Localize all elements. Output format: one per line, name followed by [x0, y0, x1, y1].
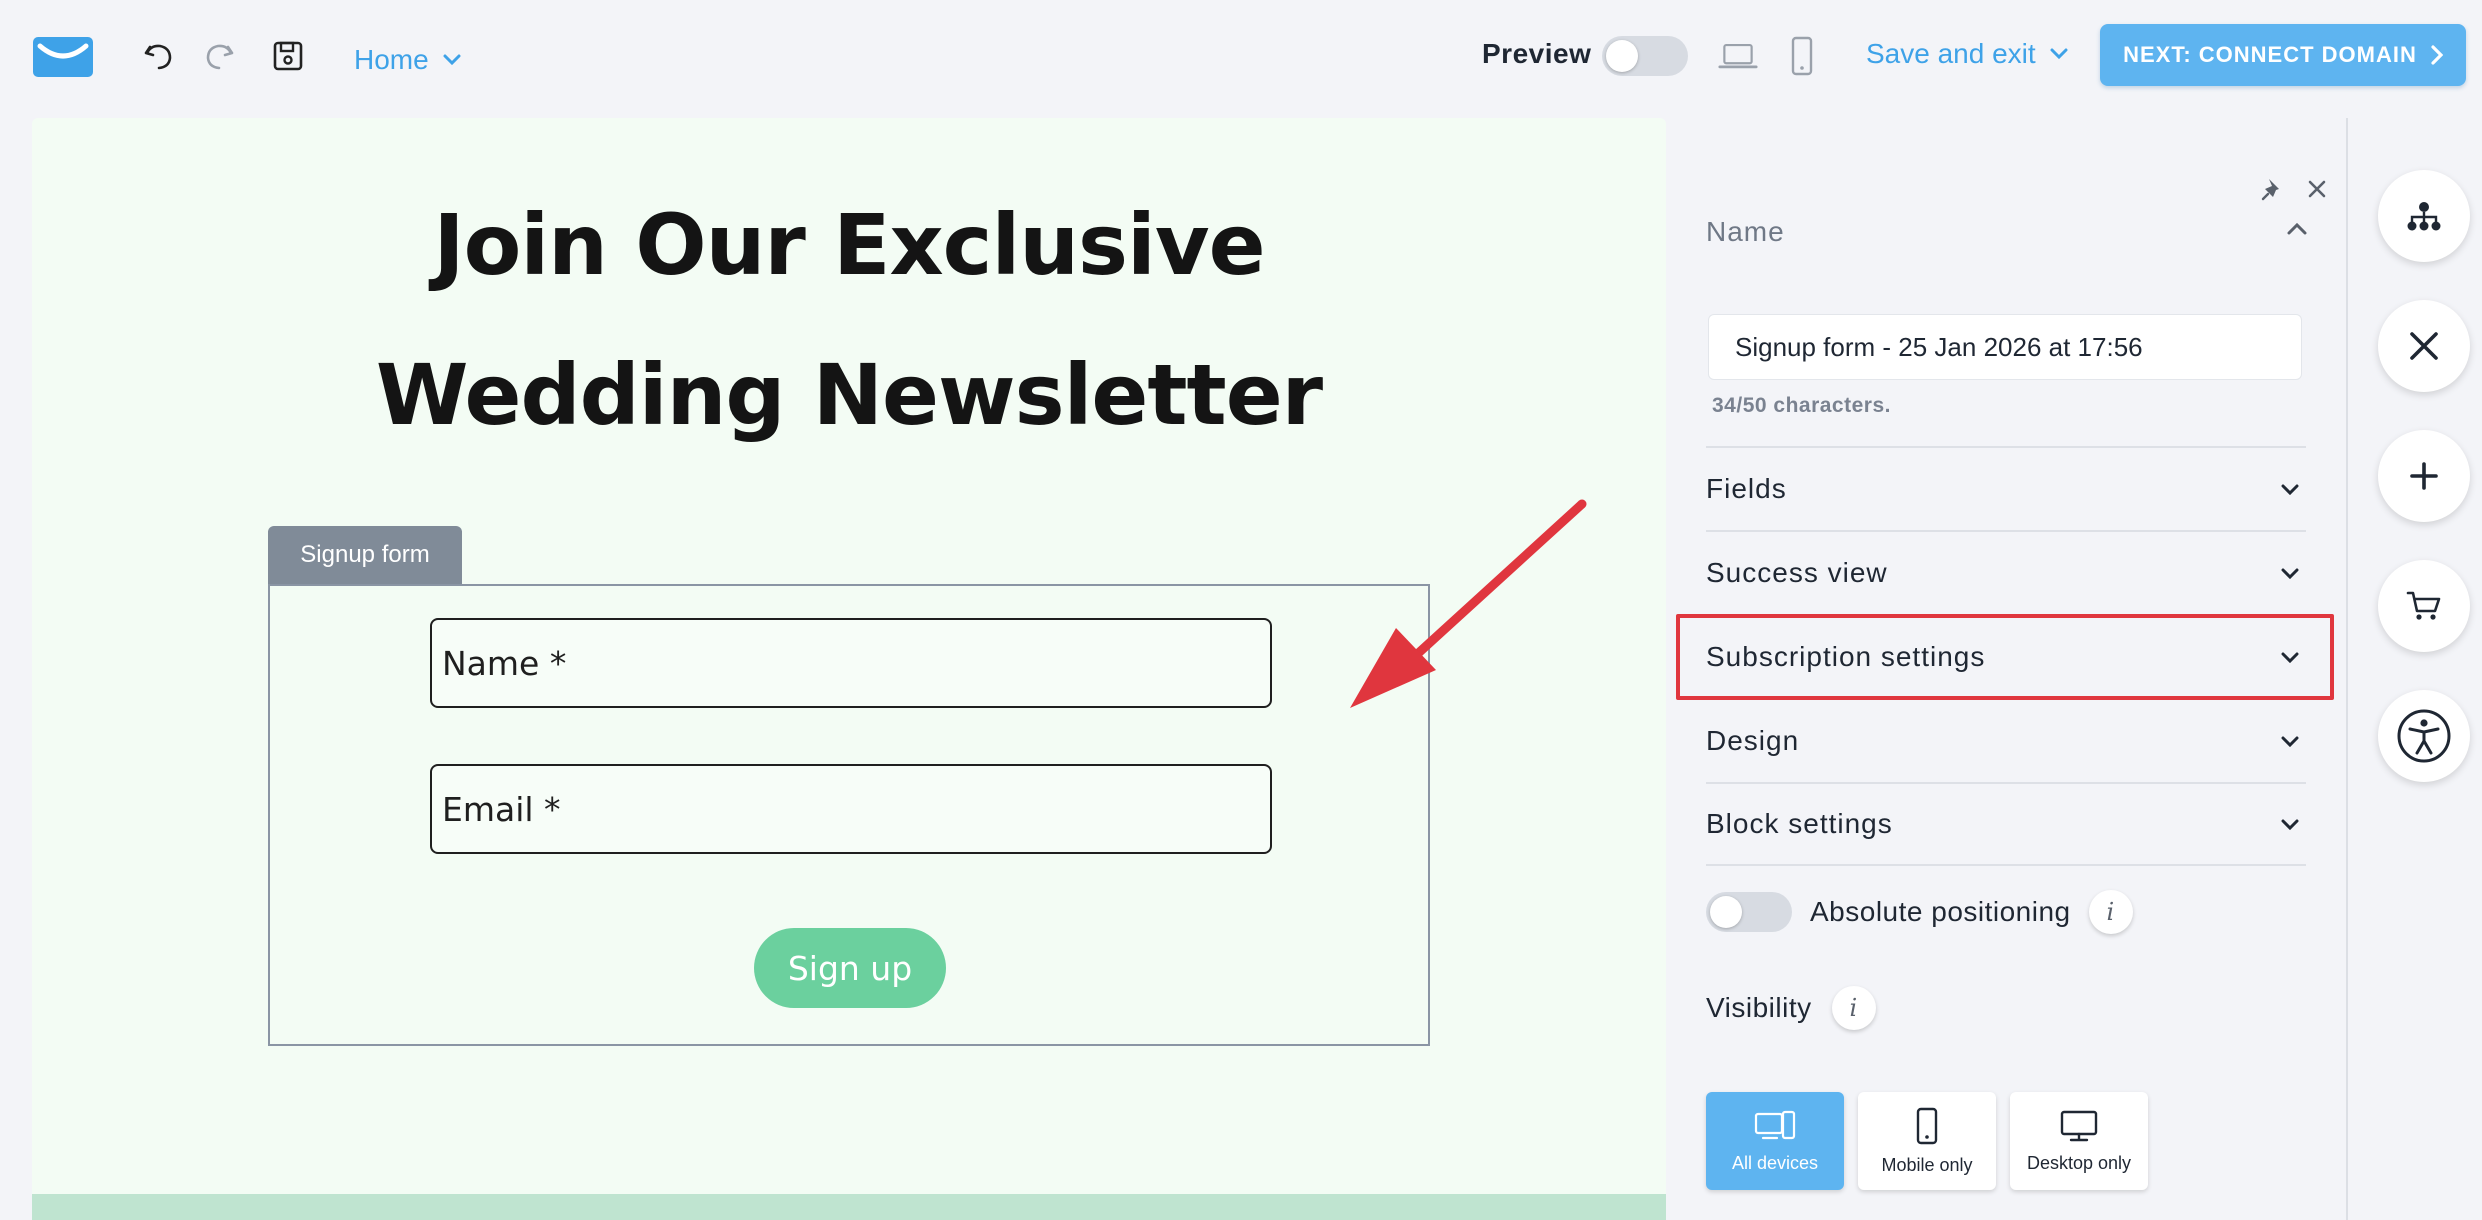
mobile-icon[interactable] [1782, 36, 1822, 76]
save-and-exit-dropdown[interactable]: Save and exit [1866, 38, 2068, 70]
redo-icon[interactable] [200, 36, 240, 76]
absolute-positioning-toggle[interactable] [1706, 892, 1792, 932]
save-icon[interactable] [268, 36, 308, 76]
all-devices-icon [1754, 1110, 1796, 1139]
accordion-success-view[interactable]: Success view [1706, 530, 2306, 614]
signup-form-block[interactable]: Name * Email * Sign up [268, 584, 1430, 1046]
headline-line-2: Wedding Newsletter [375, 346, 1323, 444]
preview-label: Preview [1482, 38, 1592, 69]
headline-line-1: Join Our Exclusive [433, 196, 1265, 294]
annotation-arrow-icon [1350, 499, 1587, 708]
accessibility-button[interactable] [2378, 690, 2470, 782]
chevron-down-icon [2050, 48, 2068, 60]
getresponse-logo-icon[interactable] [32, 36, 94, 78]
top-toolbar: Home Preview Save and exit NEXT: CONNECT… [0, 0, 2482, 112]
ecommerce-button[interactable] [2378, 560, 2470, 652]
absolute-positioning-label: Absolute positioning [1810, 896, 2071, 927]
sitemap-icon [2407, 202, 2441, 231]
panel-divider [2346, 118, 2348, 1220]
pin-icon[interactable] [2260, 176, 2286, 207]
undo-icon[interactable] [138, 36, 178, 76]
visibility-row: Visibility i [1706, 986, 1876, 1030]
add-icon [2410, 462, 2438, 490]
accordion-design[interactable]: Design [1706, 698, 2306, 782]
next-section-strip [32, 1194, 1666, 1220]
chevron-right-icon [2431, 45, 2443, 65]
subscription-settings-highlight [1676, 614, 2334, 700]
visibility-label: Visibility [1706, 992, 1812, 1023]
tools-icon [2410, 332, 2438, 360]
chevron-down-icon [2281, 568, 2299, 579]
next-connect-domain-button[interactable]: NEXT: CONNECT DOMAIN [2100, 24, 2466, 86]
page-headline[interactable]: Join Our Exclusive Wedding Newsletter [32, 170, 1666, 470]
accordion-label: Success view [1706, 557, 1888, 588]
sign-up-button[interactable]: Sign up [754, 928, 946, 1008]
name-field[interactable]: Name * [430, 618, 1272, 708]
visibility-mobile-only-button[interactable]: Mobile only [1858, 1092, 1996, 1190]
accessibility-icon [2397, 709, 2451, 763]
tools-button[interactable] [2378, 300, 2470, 392]
absolute-positioning-row: Absolute positioning i [1706, 890, 2133, 934]
info-icon[interactable]: i [1831, 986, 1876, 1030]
email-field[interactable]: Email * [430, 764, 1272, 854]
add-element-button[interactable] [2378, 430, 2470, 522]
sitemap-button[interactable] [2378, 170, 2470, 262]
save-and-exit-label: Save and exit [1866, 38, 2036, 69]
chevron-down-icon [2281, 819, 2299, 830]
chevron-down-icon [2281, 736, 2299, 747]
page-canvas: Join Our Exclusive Wedding Newsletter Si… [32, 118, 1666, 1220]
cart-icon [2406, 591, 2441, 620]
form-name-input[interactable]: Signup form - 25 Jan 2026 at 17:56 [1708, 314, 2302, 380]
character-counter: 34/50 characters. [1712, 394, 1891, 417]
chevron-down-icon [443, 54, 461, 66]
visibility-option-label: Desktop only [2026, 1152, 2132, 1173]
visibility-desktop-only-button[interactable]: Desktop only [2010, 1092, 2148, 1190]
mobile-icon [1916, 1107, 1938, 1144]
accordion-label: Block settings [1706, 808, 1893, 839]
visibility-option-label: Mobile only [1881, 1154, 1973, 1175]
next-button-label: NEXT: CONNECT DOMAIN [2123, 42, 2417, 67]
signup-form-tab[interactable]: Signup form [268, 526, 462, 584]
page-selector-dropdown[interactable]: Home [354, 40, 461, 80]
accordion-fields[interactable]: Fields [1706, 446, 2306, 530]
close-panel-icon[interactable] [2306, 178, 2328, 205]
visibility-option-label: All devices [1731, 1152, 1819, 1173]
desktop-icon [2060, 1110, 2098, 1141]
accordion-label: Design [1706, 725, 1800, 756]
chevron-down-icon [2281, 484, 2299, 495]
laptop-icon[interactable] [1718, 36, 1758, 76]
visibility-all-devices-button[interactable]: All devices [1706, 1092, 1844, 1190]
accordion-block-settings[interactable]: Block settings [1706, 782, 2306, 866]
info-icon[interactable]: i [2088, 890, 2133, 934]
accordion-label: Fields [1706, 473, 1787, 504]
preview-toggle[interactable] [1602, 36, 1688, 76]
page-selector-label: Home [354, 44, 429, 75]
chevron-up-icon[interactable] [2286, 222, 2308, 236]
name-section-label[interactable]: Name [1706, 216, 1785, 248]
